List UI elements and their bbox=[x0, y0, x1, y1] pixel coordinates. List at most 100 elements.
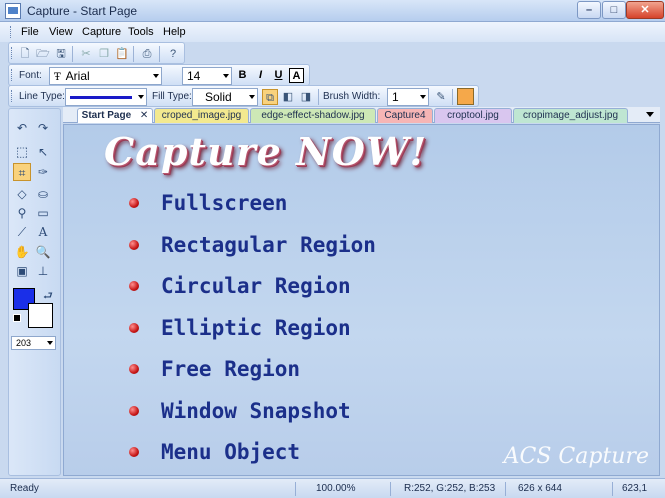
text-tool-icon[interactable]: A bbox=[34, 223, 52, 241]
status-separator bbox=[390, 482, 391, 496]
option-label: Window Snapshot bbox=[161, 399, 351, 423]
close-tab-icon[interactable]: ✕ bbox=[140, 110, 148, 121]
underline-button[interactable]: U bbox=[271, 68, 286, 83]
menu-tools[interactable]: Tools bbox=[128, 26, 154, 38]
bold-button[interactable]: B bbox=[235, 68, 250, 83]
tab-label: cropimage_adjust.jpg bbox=[522, 110, 619, 121]
redo-icon[interactable]: ↷ bbox=[34, 119, 52, 137]
rectangle-icon[interactable]: ▭ bbox=[34, 204, 52, 222]
menu-help[interactable]: Help bbox=[163, 26, 186, 38]
toolbar-grip bbox=[11, 90, 14, 102]
crop-icon[interactable]: ⌗ bbox=[13, 163, 31, 181]
open-folder-icon[interactable]: 🗁 bbox=[35, 46, 51, 62]
chevron-down-icon bbox=[223, 74, 229, 78]
text-box-button[interactable]: A bbox=[289, 68, 304, 83]
maximize-button[interactable]: □ bbox=[602, 1, 626, 19]
print-icon[interactable]: ⎙ bbox=[139, 46, 155, 62]
app-icon bbox=[5, 3, 21, 19]
option-label: Circular Region bbox=[161, 274, 351, 298]
tab-capture4[interactable]: Capture4 bbox=[377, 108, 433, 123]
brush-width-label: Brush Width: bbox=[323, 91, 381, 102]
pointer-icon[interactable]: ↖ bbox=[34, 143, 52, 161]
font-size-select[interactable]: 14 bbox=[182, 67, 232, 85]
menu-capture[interactable]: Capture bbox=[82, 26, 121, 38]
option-label: Elliptic Region bbox=[161, 316, 351, 340]
tab-label: croped_image.jpg bbox=[161, 110, 242, 121]
frame-icon[interactable]: ▣ bbox=[13, 262, 31, 280]
font-family-select[interactable]: Ŧ Arial bbox=[49, 67, 162, 85]
paste-icon[interactable]: 📋 bbox=[114, 46, 130, 62]
option-label: Free Region bbox=[161, 357, 301, 381]
fill-outline-icon[interactable]: ◨ bbox=[298, 89, 314, 105]
bullet-icon bbox=[129, 198, 139, 208]
default-colors-icon[interactable] bbox=[13, 314, 21, 322]
status-bar: Ready 100.00% R:252, G:252, B:253 626 x … bbox=[0, 478, 665, 498]
chevron-down-icon bbox=[138, 95, 144, 99]
stamp-tool-icon[interactable]: ⊥ bbox=[34, 262, 52, 280]
tabs-overflow-icon[interactable] bbox=[646, 112, 654, 117]
new-file-icon[interactable]: 🗋 bbox=[17, 46, 33, 62]
close-button[interactable]: ✕ bbox=[626, 1, 664, 19]
zoom-icon[interactable]: 🔍 bbox=[34, 243, 52, 261]
status-separator bbox=[612, 482, 613, 496]
pencil-icon[interactable]: ✎ bbox=[433, 89, 449, 105]
brush-width-select[interactable]: 1 bbox=[387, 88, 429, 106]
fill-type-value: Solid bbox=[205, 90, 232, 104]
fill-mode-icon[interactable]: ⧉ bbox=[262, 89, 278, 105]
undo-icon[interactable]: ↶ bbox=[13, 119, 31, 137]
italic-button[interactable]: I bbox=[253, 68, 268, 83]
stamp-icon[interactable]: ⚲ bbox=[13, 204, 31, 222]
bullet-icon bbox=[129, 281, 139, 291]
bullet-icon bbox=[129, 323, 139, 333]
swap-colors-icon[interactable]: ⮐ bbox=[39, 287, 57, 305]
title-bar: Capture - Start Page – □ ✕ bbox=[0, 0, 665, 22]
tab-cropimage-adjust[interactable]: cropimage_adjust.jpg bbox=[513, 108, 628, 123]
copy-icon[interactable]: ❐ bbox=[96, 46, 112, 62]
help-icon[interactable]: ? bbox=[165, 46, 181, 62]
window-title: Capture - Start Page bbox=[27, 4, 138, 18]
pixel-color: R:252, G:252, B:253 bbox=[404, 483, 496, 494]
option-label: Menu Object bbox=[161, 440, 301, 464]
bullet-icon bbox=[129, 406, 139, 416]
cut-icon[interactable]: ✂ bbox=[78, 46, 94, 62]
menu-bar: File View Capture Tools Help bbox=[0, 22, 665, 42]
tab-label: Start Page bbox=[81, 110, 132, 121]
toolbar-grip bbox=[11, 69, 14, 81]
line-type-select[interactable] bbox=[65, 88, 147, 106]
tab-start-page[interactable]: Start Page ✕ bbox=[77, 108, 153, 123]
status-text: Ready bbox=[10, 483, 39, 494]
tab-croptool[interactable]: croptool.jpg bbox=[434, 108, 512, 123]
tab-edge-effect-shadow[interactable]: edge-effect-shadow.jpg bbox=[250, 108, 376, 123]
menu-view[interactable]: View bbox=[49, 26, 73, 38]
menu-grip bbox=[10, 26, 13, 38]
cursor-position: 623,1 bbox=[622, 483, 648, 494]
fill-bucket-icon[interactable]: ⛀ bbox=[34, 185, 52, 203]
font-toolbar: Font: Ŧ Arial 14 B I U A bbox=[8, 64, 310, 86]
fill-type-select[interactable]: Solid bbox=[192, 88, 258, 106]
toolbar-separator bbox=[133, 46, 134, 62]
line-icon[interactable]: ⟋ bbox=[13, 223, 31, 241]
fill-color-swatch[interactable] bbox=[457, 88, 474, 105]
minimize-button[interactable]: – bbox=[577, 1, 601, 19]
save-icon[interactable]: 🖫 bbox=[53, 46, 69, 62]
eraser-icon[interactable]: ◇ bbox=[13, 185, 31, 203]
bullet-icon bbox=[129, 447, 139, 457]
menu-file[interactable]: File bbox=[21, 26, 39, 38]
font-size-value: 14 bbox=[187, 69, 201, 83]
background-color-swatch[interactable] bbox=[28, 303, 53, 328]
option-label: Fullscreen bbox=[161, 191, 288, 215]
line-type-label: Line Type: bbox=[19, 91, 65, 102]
tab-label: Capture4 bbox=[384, 110, 426, 121]
tab-label: croptool.jpg bbox=[447, 110, 499, 121]
brush-width-value: 1 bbox=[392, 90, 399, 104]
toolbar-separator bbox=[72, 46, 73, 62]
fill-shadow-icon[interactable]: ◧ bbox=[280, 89, 296, 105]
image-dimensions: 626 x 644 bbox=[518, 483, 562, 494]
tab-croped-image[interactable]: croped_image.jpg bbox=[154, 108, 249, 123]
status-separator bbox=[295, 482, 296, 496]
rect-select-icon[interactable]: ⬚ bbox=[13, 143, 31, 161]
tool-panel: ↶ ↷ ⬚ ↖ ⌗ ✑ ◇ ⛀ ⚲ ▭ ⟋ A ✋ 🔍 ▣ ⊥ ⮐ 203 bbox=[8, 108, 61, 476]
eyedropper-icon[interactable]: ✑ bbox=[34, 163, 52, 181]
opacity-select[interactable]: 203 bbox=[11, 336, 56, 350]
hand-icon[interactable]: ✋ bbox=[13, 243, 31, 261]
